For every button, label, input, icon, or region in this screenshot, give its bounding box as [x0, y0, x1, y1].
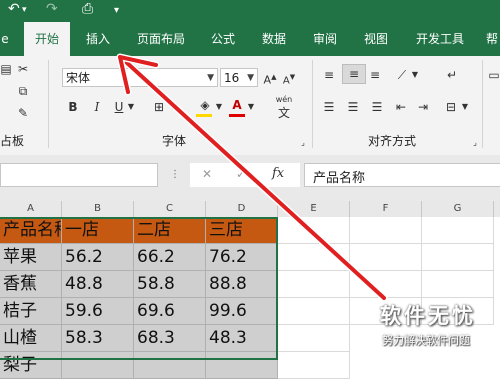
arrow-icon [116, 53, 388, 302]
watermark-logo: 软件无忧 努力解决软件问题 [362, 296, 500, 360]
watermark-subtitle: 努力解决软件问题 [382, 334, 470, 347]
watermark-title: 软件无忧 [380, 304, 476, 328]
